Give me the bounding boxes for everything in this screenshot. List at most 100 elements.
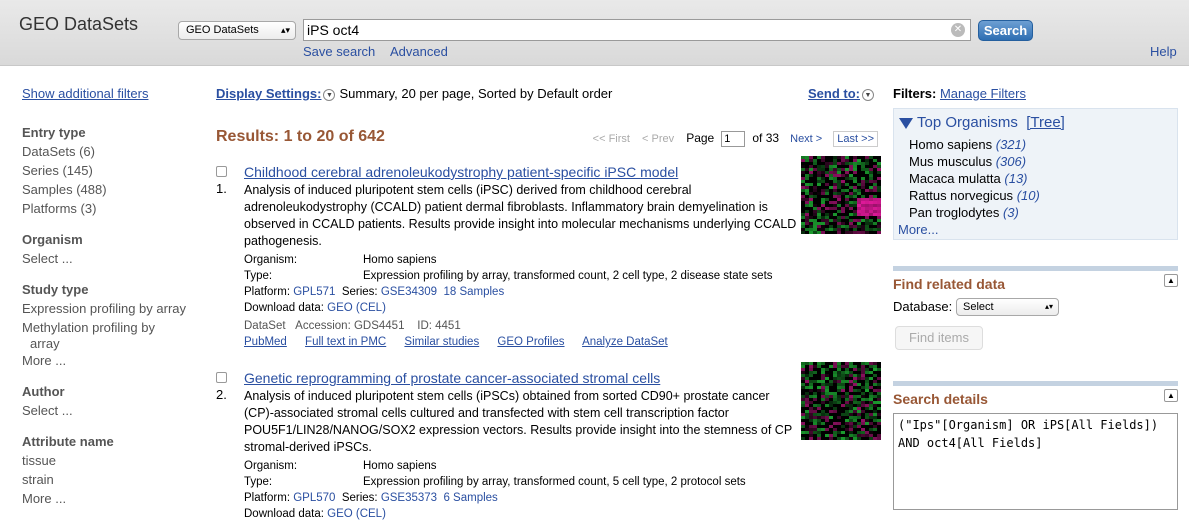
search-details-title: Search details (893, 391, 988, 407)
last-page-link[interactable]: Last >> (833, 131, 878, 147)
organism-heading: Organism (22, 232, 83, 247)
result-platform: Platform: GPL570 Series: GSE35373 6 Samp… (244, 492, 498, 504)
series-link[interactable]: GSE35373 (381, 492, 437, 504)
filter-tissue[interactable]: tissue (22, 451, 202, 470)
search-details-textarea[interactable]: ("Ips"[Organism] OR iPS[All Fields]) AND… (893, 413, 1178, 510)
result-organism: Organism: Homo sapiens (244, 460, 437, 472)
organisms-more-link[interactable]: More... (898, 222, 938, 237)
study-type-heading: Study type (22, 282, 89, 297)
result-organism: Organism: Homo sapiens (244, 254, 437, 266)
result-checkbox[interactable] (216, 166, 227, 177)
save-search-link[interactable]: Save search (303, 44, 375, 59)
pager: << First < Prev Page 1 of 33 Next > Last… (592, 131, 878, 148)
organism-item[interactable]: Homo sapiens (321) (909, 137, 1026, 152)
search-input-value: iPS oct4 (307, 22, 360, 38)
entry-type-heading: Entry type (22, 125, 86, 140)
series-link[interactable]: GSE34309 (381, 286, 437, 298)
page-input[interactable]: 1 (721, 131, 746, 148)
database-label: Database: (893, 299, 953, 314)
filter-methylation-profiling[interactable]: Methylation profiling by (22, 318, 202, 337)
result-description: Analysis of induced pluripotent stem cel… (244, 183, 797, 248)
geo-profiles-link[interactable]: GEO Profiles (497, 336, 564, 348)
results-count: Results: 1 to 20 of 642 (216, 128, 385, 145)
tree-link[interactable]: [Tree] (1026, 114, 1065, 131)
database-related-select[interactable]: Select ▴▾ (956, 298, 1059, 316)
attribute-more[interactable]: More ... (22, 489, 202, 508)
filter-methylation-profiling-cont[interactable]: array (22, 337, 202, 351)
study-type-more[interactable]: More ... (22, 351, 202, 370)
filter-expression-profiling[interactable]: Expression profiling by array (22, 299, 202, 318)
download-link[interactable]: GEO (CEL) (327, 508, 386, 520)
pubmed-link[interactable]: PubMed (244, 336, 287, 348)
select-arrows-icon: ▴▾ (1044, 302, 1053, 311)
send-to: Send to: ▼ (808, 86, 878, 101)
dropdown-icon[interactable]: ▼ (862, 88, 874, 101)
result-checkbox[interactable] (216, 372, 227, 383)
prev-page-link: < Prev (642, 133, 675, 145)
display-settings: Display Settings: ▼ Summary, 20 per page, … (216, 86, 612, 101)
organism-item[interactable]: Rattus norvegicus (10) (909, 188, 1040, 203)
organism-item[interactable]: Mus musculus (306) (909, 154, 1026, 169)
result-description: Analysis of induced pluripotent stem cel… (244, 389, 792, 454)
select-arrows-icon: ▴▾ (280, 25, 290, 35)
author-select[interactable]: Select ... (22, 401, 202, 420)
find-items-button[interactable]: Find items (895, 326, 983, 350)
show-additional-filters-link[interactable]: Show additional filters (22, 86, 148, 101)
filter-strain[interactable]: strain (22, 470, 202, 489)
top-organisms-panel: Top Organisms [Tree] Homo sapiens (321) … (893, 108, 1178, 240)
result-links: PubMed Full text in PMC Similar studies … (244, 334, 668, 350)
page-total: of 33 (752, 131, 780, 145)
search-button[interactable]: Search (978, 20, 1033, 41)
collapse-triangle-icon[interactable] (899, 117, 913, 129)
database-select-value: GEO DataSets (186, 24, 259, 36)
result-type: Type: Expression profiling by array, tran… (244, 270, 773, 282)
panel-divider (893, 266, 1178, 271)
advanced-link[interactable]: Advanced (390, 44, 448, 59)
find-related-title: Find related data (893, 276, 1006, 292)
result-title-link[interactable]: Childhood cerebral adrenoleukodystrophy … (244, 164, 678, 180)
left-filters: Show additional filters Entry type DataS… (22, 84, 202, 508)
filter-platforms[interactable]: Platforms (3) (22, 199, 202, 218)
platform-link[interactable]: GPL570 (293, 492, 335, 504)
heatmap-thumbnail[interactable] (801, 362, 881, 440)
samples-link[interactable]: 6 Samples (443, 492, 497, 504)
top-organisms-header[interactable]: Top Organisms [Tree] (899, 114, 1065, 131)
manage-filters-link[interactable]: Manage Filters (940, 86, 1026, 101)
dropdown-icon[interactable]: ▼ (323, 88, 336, 101)
result-number: 1. (216, 181, 227, 196)
organism-select[interactable]: Select ... (22, 249, 202, 268)
filter-series[interactable]: Series (145) (22, 161, 202, 180)
similar-studies-link[interactable]: Similar studies (404, 336, 479, 348)
collapse-icon[interactable]: ▲ (1164, 389, 1178, 402)
analyze-dataset-link[interactable]: Analyze DataSet (582, 336, 668, 348)
platform-link[interactable]: GPL571 (293, 286, 335, 298)
help-link[interactable]: Help (1150, 44, 1177, 59)
samples-link[interactable]: 18 Samples (443, 286, 504, 298)
app-title: GEO DataSets (19, 14, 139, 34)
download-link[interactable]: GEO (CEL) (327, 302, 386, 314)
clear-icon[interactable]: ✕ (951, 23, 965, 37)
result-title-link[interactable]: Genetic reprogramming of prostate cancer… (244, 370, 660, 386)
next-page-link[interactable]: Next > (790, 133, 822, 145)
database-select[interactable]: GEO DataSets ▴▾ (178, 21, 296, 40)
display-settings-link[interactable]: Display Settings: (216, 86, 321, 101)
filters-line: Filters: Manage Filters (893, 86, 1026, 101)
search-input[interactable]: iPS oct4 ✕ (303, 19, 971, 41)
result-download: Download data: GEO (CEL) (244, 302, 386, 314)
first-page-link: << First (592, 133, 630, 145)
filter-datasets[interactable]: DataSets (6) (22, 142, 202, 161)
full-text-pmc-link[interactable]: Full text in PMC (305, 336, 386, 348)
organism-item[interactable]: Pan troglodytes (3) (909, 205, 1019, 220)
header: GEO DataSets GEO DataSets ▴▾ iPS oct4 ✕ … (0, 0, 1189, 66)
result-platform: Platform: GPL571 Series: GSE34309 18 Sam… (244, 286, 505, 298)
result-dataset-info: DataSet Accession: GDS4451 ID: 4451 (244, 320, 461, 332)
collapse-icon[interactable]: ▲ (1164, 274, 1178, 287)
display-settings-value: Summary, 20 per page, Sorted by Default … (339, 86, 613, 101)
heatmap-thumbnail[interactable] (801, 156, 881, 234)
organism-item[interactable]: Macaca mulatta (13) (909, 171, 1028, 186)
result-number: 2. (216, 387, 227, 402)
filter-samples[interactable]: Samples (488) (22, 180, 202, 199)
result-download: Download data: GEO (CEL) (244, 508, 386, 520)
attribute-heading: Attribute name (22, 434, 114, 449)
send-to-link[interactable]: Send to: (808, 86, 860, 101)
